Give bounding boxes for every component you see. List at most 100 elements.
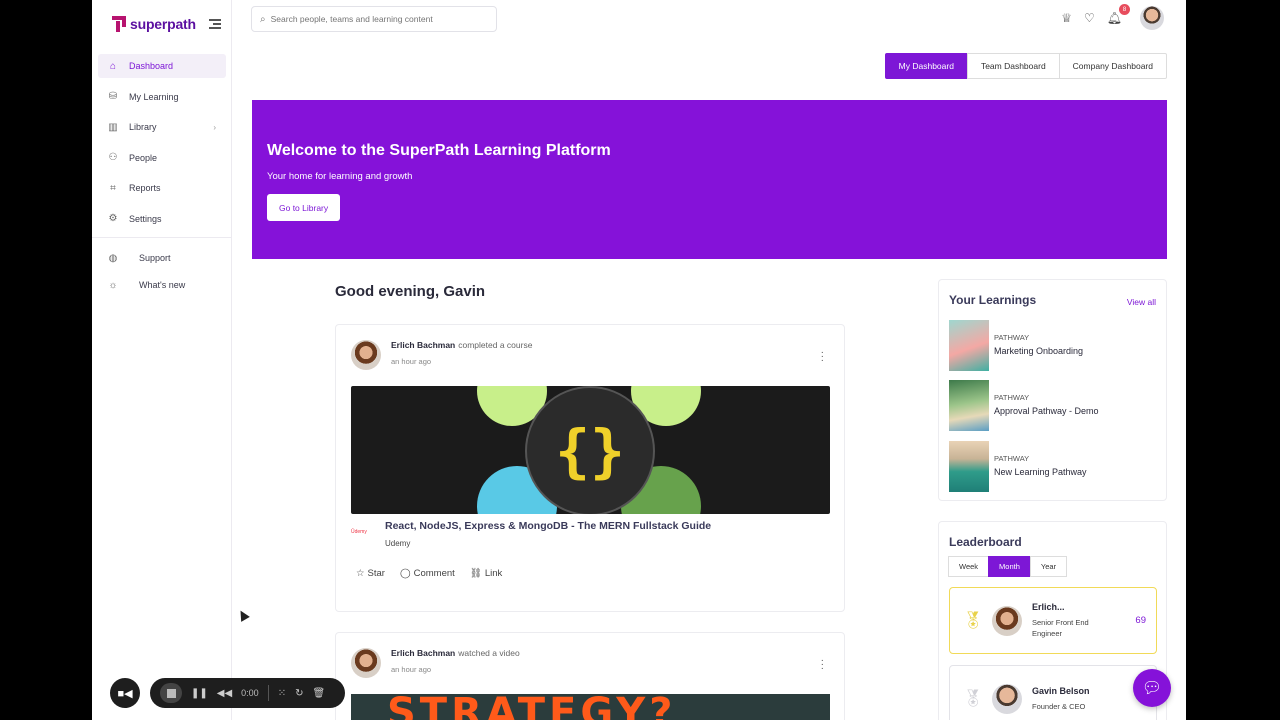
sidebar-item-settings[interactable]: ⚙ Settings [98,207,226,231]
notification-badge: 8 [1119,4,1130,15]
sidebar-item-library[interactable]: ▥ Library › [98,115,226,139]
sidebar-item-people[interactable]: ⚇ People [98,146,226,170]
leaderboard-row[interactable]: 🏅︎ Gavin Belson Founder & CEO [949,665,1157,720]
app-window: superpath ⌂ Dashboard ⛁ My Learning ▥ Li… [92,0,1186,720]
view-all-link[interactable]: View all [1127,297,1156,307]
course-title[interactable]: React, NodeJS, Express & MongoDB - The M… [385,520,711,532]
chevron-right-icon: › [213,122,216,132]
more-options-icon[interactable]: · · · [821,656,824,674]
learning-thumbnail [949,441,989,492]
author-name[interactable]: Erlich Bachman [391,340,455,350]
author-avatar[interactable] [351,648,381,678]
trophy-icon[interactable]: ♕ [1061,11,1072,25]
learning-type: PATHWAY [994,333,1030,342]
greeting: Good evening, Gavin [335,283,486,300]
activity-text: watched a video [458,648,520,658]
recording-time: 0:00 [241,688,259,698]
leader-score: 69 [1135,615,1146,626]
recorder-controls: ❚❚ ◀◀ 0:00 ⁙ ↻ 🗑︎ [150,678,345,708]
bulb-icon: ☼ [108,279,118,291]
comment-icon: ◯ [399,568,411,579]
restart-icon[interactable]: ↻ [295,688,303,699]
heart-icon[interactable]: ♡ [1084,11,1095,25]
leader-name: Gavin Belson [1032,685,1090,696]
udemy-logo-icon: Ûdemy [351,529,367,535]
superpath-logo-icon [112,16,126,32]
tab-my-dashboard[interactable]: My Dashboard [884,53,968,79]
go-to-library-button[interactable]: Go to Library [267,194,341,221]
sidebar-item-whats-new[interactable]: ☼ What's new [98,273,226,297]
top-actions: ♕ ♡ 🔔︎ 8 [1061,4,1164,30]
leader-role: Senior Front End Engineer [1032,618,1089,638]
sidebar-item-label: What's new [139,280,186,290]
search-icon: ⌕ [260,13,266,25]
more-options-icon[interactable]: · · · [821,348,824,366]
tab-month[interactable]: Month [988,556,1031,577]
rewind-icon[interactable]: ◀◀ [217,688,232,699]
panel-title: Your Learnings [949,293,1037,307]
learning-item[interactable]: PATHWAY Approval Pathway - Demo [949,380,1159,431]
collapse-menu-icon[interactable] [209,19,221,29]
brand-name: superpath [130,16,196,32]
author-name[interactable]: Erlich Bachman [391,648,455,658]
sidebar-item-label: Library [129,122,157,132]
tab-team-dashboard[interactable]: Team Dashboard [966,53,1060,79]
camera-toggle-icon[interactable]: ■◀ [110,678,140,708]
avatar [992,683,1022,714]
leader-role: Founder & CEO [1032,701,1086,711]
sidebar-item-label: Settings [129,213,162,224]
learning-name: New Learning Pathway [994,467,1087,477]
leaderboard-row[interactable]: 🏅︎ Erlich... Senior Front End Engineer 6… [949,587,1157,654]
search-box[interactable]: ⌕ [251,6,497,32]
star-label: Star [367,568,385,579]
tab-week[interactable]: Week [948,556,990,577]
star-icon: ☆ [356,568,365,579]
star-button[interactable]: ☆ Star [356,568,385,579]
sidebar-item-reports[interactable]: ⌗ Reports [98,176,226,200]
learning-type: PATHWAY [994,393,1030,402]
globe-icon: ◍ [108,252,118,264]
video-thumbnail[interactable]: STRATEGY? [351,694,830,720]
post-time: an hour ago [391,665,432,674]
activity-text: completed a course [458,340,533,350]
author-avatar[interactable] [351,340,381,370]
sidebar-item-label: My Learning [129,91,179,102]
learning-thumbnail [949,320,989,371]
gear-icon: ⚙ [108,213,118,224]
panel-title: Leaderboard [949,535,1022,549]
divider [92,237,232,238]
drag-handle-icon[interactable]: ⁙ [278,688,286,699]
stop-recording-button[interactable] [160,683,182,703]
chat-button[interactable]: 💬︎ [1133,669,1171,707]
feed-card: Erlich Bachman watched a video an hour ag… [335,632,845,720]
bell-icon[interactable]: 🔔︎ 8 [1107,4,1130,25]
your-learnings-panel: Your Learnings View all PATHWAY Marketin… [938,279,1167,501]
trash-icon[interactable]: 🗑︎ [312,688,325,699]
post-header: Erlich Bachman watched a video an hour ag… [351,648,520,678]
post-actions: ☆ Star ◯ Comment ⛓ Link [356,568,502,579]
learning-item[interactable]: PATHWAY Marketing Onboarding [949,320,1159,371]
course-thumbnail[interactable]: {} [351,386,830,514]
secondary-nav: ◍ Support ☼ What's new [98,246,226,300]
link-button[interactable]: ⛓ Link [470,568,503,579]
graduation-icon: ⛁ [108,91,118,102]
tab-company-dashboard[interactable]: Company Dashboard [1058,53,1167,79]
sidebar-item-dashboard[interactable]: ⌂ Dashboard [98,54,226,78]
pause-icon[interactable]: ❚❚ [191,688,208,699]
sidebar-item-my-learning[interactable]: ⛁ My Learning [98,85,226,109]
user-avatar[interactable] [1140,6,1164,30]
learning-item[interactable]: PATHWAY New Learning Pathway [949,441,1159,492]
post-header: Erlich Bachman completed a course an hour… [351,340,532,370]
banner-title: Welcome to the SuperPath Learning Platfo… [267,142,611,159]
leaderboard-period-tabs: Week Month Year [948,556,1068,577]
gold-medal-icon: 🏅︎ [962,610,984,630]
tab-year[interactable]: Year [1029,556,1068,577]
avatar [992,605,1022,636]
search-input[interactable] [270,14,471,24]
brand-logo[interactable]: superpath [112,16,196,32]
learning-name: Approval Pathway - Demo [994,406,1099,416]
chat-icon: 💬︎ [1141,680,1163,697]
comment-button[interactable]: ◯ Comment [400,568,455,579]
library-icon: ▥ [108,121,118,133]
sidebar-item-support[interactable]: ◍ Support [98,246,226,270]
